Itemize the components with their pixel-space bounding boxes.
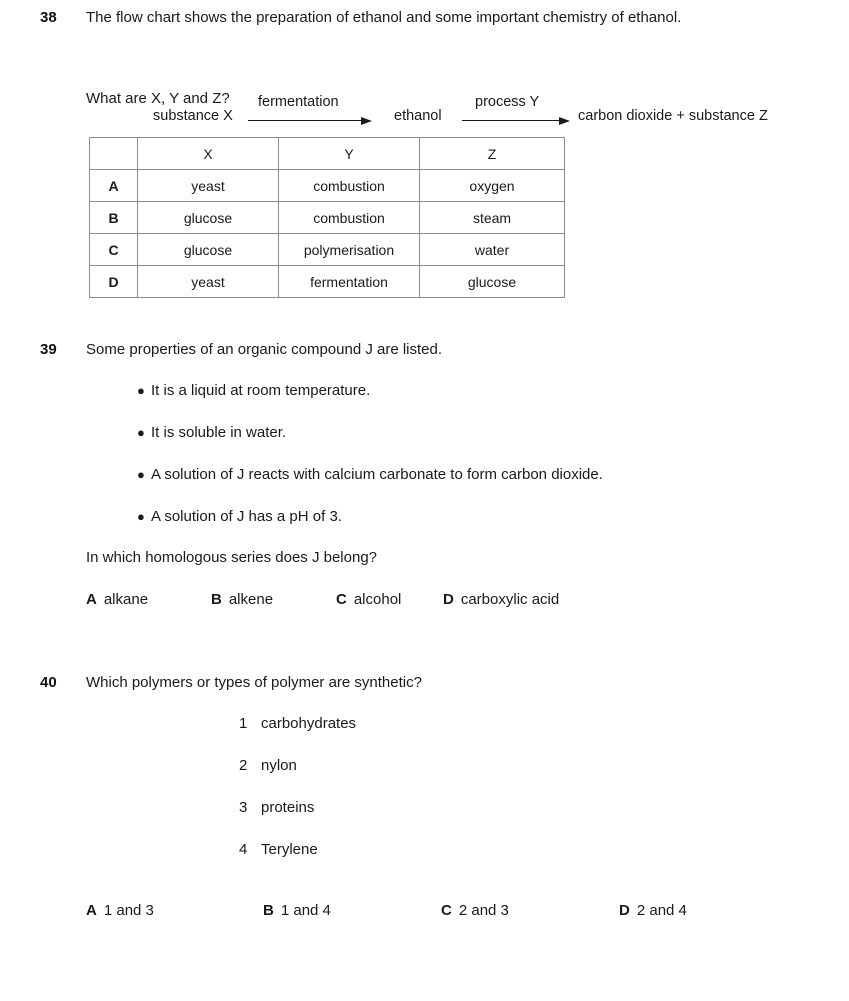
table-cell-z: oxygen (419, 169, 565, 202)
option-d[interactable]: D 2 and 4 (619, 901, 687, 921)
option-a-label: 1 and 3 (103, 902, 154, 919)
list-item-number: 2 (239, 757, 248, 774)
option-d-label: carboxylic acid (460, 591, 560, 608)
list-item: ● A solution of J has a pH of 3. (137, 507, 342, 527)
option-b-label: 1 and 4 (280, 902, 331, 919)
option-c-key: C (336, 591, 347, 608)
list-item: ● A solution of J reacts with calcium car… (137, 465, 603, 485)
table-header-row: X Y Z (89, 137, 565, 170)
flow-arrow2-label: process Y (475, 94, 540, 110)
table-cell-x: yeast (137, 265, 279, 298)
option-b-label: alkene (228, 591, 274, 608)
list-item-number: 3 (239, 799, 248, 816)
table-header-y: Y (278, 137, 420, 170)
option-c[interactable]: C 2 and 3 (441, 901, 509, 921)
option-d[interactable]: Dcarboxylic acid (443, 590, 559, 610)
list-item: 1 carbohydrates (239, 714, 356, 734)
option-a-key: A (86, 591, 97, 608)
flow-ethanol: ethanol (394, 108, 442, 124)
list-item-number: 1 (239, 715, 248, 732)
list-item-label: A solution of J has a pH of 3. (151, 508, 342, 525)
bullet-icon: ● (137, 383, 145, 398)
list-item: ● It is a liquid at room temperature. (137, 381, 370, 401)
question-39-stem: Some properties of an organic compound J… (86, 341, 443, 358)
list-item-number: 4 (239, 841, 248, 858)
table-cell-x: glucose (137, 233, 279, 266)
option-b-key: B (211, 591, 222, 608)
table-header-x: X (137, 137, 279, 170)
bullet-icon: ● (137, 467, 145, 482)
table-cell-y: fermentation (278, 265, 420, 298)
option-b[interactable]: Balkene (211, 590, 273, 610)
flow-arrow-1-icon (248, 116, 374, 126)
flow-substance-x: substance X (153, 108, 233, 124)
list-item-label: It is a liquid at room temperature. (151, 382, 371, 399)
exam-page: 38 The flow chart shows the preparation … (0, 0, 849, 1001)
option-d-key: D (443, 591, 454, 608)
flow-products: carbon dioxide + substance Z (578, 108, 768, 124)
table-cell-x: glucose (137, 201, 279, 234)
question-39-number: 39 (40, 341, 57, 358)
option-a-label: alkane (103, 591, 149, 608)
table-row-key: C (89, 233, 138, 266)
option-c-key: C (441, 902, 452, 919)
table-row-key: D (89, 265, 138, 298)
table-cell-y: combustion (278, 201, 420, 234)
option-d-label: 2 and 4 (636, 902, 687, 919)
question-40-number: 40 (40, 674, 57, 691)
table-cell-x: yeast (137, 169, 279, 202)
question-38-stem: The flow chart shows the preparation of … (86, 9, 682, 26)
table-cell-z: glucose (419, 265, 565, 298)
question-40-stem: Which polymers or types of polymer are s… (86, 674, 422, 691)
question-38-number: 38 (40, 9, 57, 26)
option-c-label: alcohol (353, 591, 402, 608)
option-a-key: A (86, 902, 97, 919)
option-a[interactable]: A 1 and 3 (86, 901, 154, 921)
list-item: 2 nylon (239, 756, 297, 776)
list-item-label: carbohydrates (261, 715, 357, 732)
table-row[interactable]: D yeast fermentation glucose (89, 265, 565, 298)
question-38-follow-up: What are X, Y and Z? (86, 90, 230, 107)
flow-arrow-2-icon (462, 116, 572, 126)
table-row[interactable]: A yeast combustion oxygen (89, 169, 565, 202)
table-cell-z: steam (419, 201, 565, 234)
table-cell-y: combustion (278, 169, 420, 202)
list-item: 3 proteins (239, 798, 314, 818)
table-row-key: B (89, 201, 138, 234)
option-c-label: 2 and 3 (458, 902, 509, 919)
list-item-label: nylon (261, 757, 297, 774)
bullet-icon: ● (137, 509, 145, 524)
option-d-key: D (619, 902, 630, 919)
table-row[interactable]: C glucose polymerisation water (89, 233, 565, 266)
list-item-label: It is soluble in water. (151, 424, 287, 441)
table-cell-y: polymerisation (278, 233, 420, 266)
list-item-label: Terylene (261, 841, 318, 858)
list-item: 4 Terylene (239, 840, 318, 860)
option-b[interactable]: B 1 and 4 (263, 901, 331, 921)
list-item-label: A solution of J reacts with calcium carb… (151, 466, 603, 483)
table-header-blank (89, 137, 138, 170)
list-item-label: proteins (261, 799, 315, 816)
table-row-key: A (89, 169, 138, 202)
table-header-z: Z (419, 137, 565, 170)
list-item: ● It is soluble in water. (137, 423, 286, 443)
option-c[interactable]: Calcohol (336, 590, 401, 610)
flow-arrow1-label: fermentation (258, 94, 339, 110)
question-38-options-table: X Y Z A yeast combustion oxygen B glucos… (89, 137, 565, 298)
question-38-flow-chart: substance X fermentation ethanol process… (0, 46, 849, 125)
option-a[interactable]: Aalkane (86, 590, 148, 610)
option-b-key: B (263, 902, 274, 919)
question-39-follow-up: In which homologous series does J belong… (86, 549, 378, 566)
table-cell-z: water (419, 233, 565, 266)
bullet-icon: ● (137, 425, 145, 440)
table-row[interactable]: B glucose combustion steam (89, 201, 565, 234)
